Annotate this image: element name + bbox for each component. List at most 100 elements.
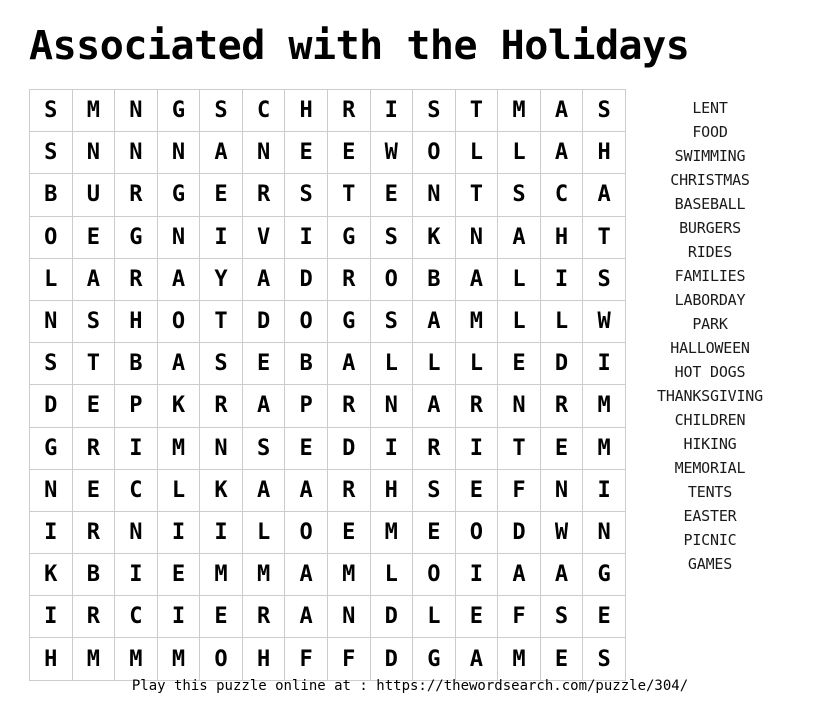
grid-cell[interactable]: S [29,88,73,133]
grid-cell[interactable]: A [539,131,584,175]
grid-cell[interactable]: L [29,257,73,301]
grid-cell[interactable]: A [454,637,499,681]
grid-cell[interactable]: S [369,299,414,344]
grid-cell[interactable]: O [454,510,499,555]
grid-cell[interactable]: F [326,637,371,681]
grid-cell[interactable]: V [241,215,286,259]
grid-cell[interactable]: O [156,299,201,344]
grid-cell[interactable]: D [284,257,328,301]
word-list-item[interactable]: PARK [610,312,810,336]
grid-cell[interactable]: B [71,553,116,597]
grid-cell[interactable]: R [71,595,116,639]
grid-cell[interactable]: I [454,553,499,597]
grid-cell[interactable]: L [454,342,499,386]
grid-cell[interactable]: S [412,88,456,133]
grid-cell[interactable]: A [241,384,286,428]
grid-cell[interactable]: B [412,257,456,301]
grid-cell[interactable]: F [497,595,541,639]
grid-cell[interactable]: N [29,299,73,344]
grid-cell[interactable]: A [284,595,328,639]
grid-cell[interactable]: S [369,215,414,259]
grid-cell[interactable]: E [326,510,371,555]
word-list-item[interactable]: BASEBALL [610,192,810,216]
grid-cell[interactable]: E [369,173,414,217]
grid-cell[interactable]: H [369,468,414,512]
word-list-item[interactable]: TENTS [610,480,810,504]
grid-cell[interactable]: A [284,553,328,597]
word-list-item[interactable]: HALLOWEEN [610,336,810,360]
grid-cell[interactable]: E [454,468,499,512]
grid-cell[interactable]: L [369,342,414,386]
grid-cell[interactable]: L [497,257,541,301]
grid-cell[interactable]: R [326,88,371,133]
grid-cell[interactable]: E [326,131,371,175]
grid-cell[interactable]: A [539,553,584,597]
grid-cell[interactable]: E [71,215,116,259]
grid-cell[interactable]: R [326,468,371,512]
grid-cell[interactable]: E [71,468,116,512]
grid-cell[interactable]: G [412,637,456,681]
grid-cell[interactable]: A [284,468,328,512]
word-list-item[interactable]: CHRISTMAS [610,168,810,192]
grid-cell[interactable]: C [114,595,158,639]
grid-cell[interactable]: D [369,595,414,639]
grid-cell[interactable]: A [326,342,371,386]
grid-cell[interactable]: N [497,384,541,428]
grid-cell[interactable]: B [114,342,158,386]
grid-cell[interactable]: D [539,342,584,386]
grid-cell[interactable]: P [284,384,328,428]
grid-cell[interactable]: R [454,384,499,428]
grid-cell[interactable]: N [71,131,116,175]
grid-cell[interactable]: S [199,342,243,386]
grid-cell[interactable]: E [539,637,584,681]
word-list-item[interactable]: EASTER [610,504,810,528]
grid-cell[interactable]: A [412,384,456,428]
grid-cell[interactable]: R [326,384,371,428]
grid-cell[interactable]: R [114,173,158,217]
grid-cell[interactable]: T [199,299,243,344]
word-list-item[interactable]: BURGERS [610,216,810,240]
grid-cell[interactable]: R [241,595,286,639]
grid-cell[interactable]: M [199,553,243,597]
word-list-item[interactable]: MEMORIAL [610,456,810,480]
grid-cell[interactable]: K [199,468,243,512]
grid-cell[interactable]: H [114,299,158,344]
grid-cell[interactable]: E [241,342,286,386]
grid-cell[interactable]: E [454,595,499,639]
grid-cell[interactable]: R [199,384,243,428]
grid-cell[interactable]: F [284,637,328,681]
grid-cell[interactable]: I [29,595,73,639]
grid-cell[interactable]: H [539,215,584,259]
grid-cell[interactable]: E [71,384,116,428]
grid-cell[interactable]: N [199,426,243,470]
grid-cell[interactable]: N [241,131,286,175]
grid-cell[interactable]: S [284,173,328,217]
grid-cell[interactable]: S [412,468,456,512]
word-list-item[interactable]: LENT [610,96,810,120]
grid-cell[interactable]: M [326,553,371,597]
grid-cell[interactable]: N [29,468,73,512]
grid-cell[interactable]: A [241,257,286,301]
grid-cell[interactable]: R [412,426,456,470]
grid-cell[interactable]: M [114,637,158,681]
grid-cell[interactable]: N [539,468,584,512]
grid-cell[interactable]: O [412,131,456,175]
grid-cell[interactable]: L [497,131,541,175]
grid-cell[interactable]: I [199,215,243,259]
grid-cell[interactable]: A [156,342,201,386]
grid-cell[interactable]: G [326,215,371,259]
grid-cell[interactable]: K [156,384,201,428]
grid-cell[interactable]: E [497,342,541,386]
grid-cell[interactable]: N [114,510,158,555]
grid-cell[interactable]: A [497,215,541,259]
grid-cell[interactable]: S [29,342,73,386]
grid-cell[interactable]: G [326,299,371,344]
grid-cell[interactable]: N [412,173,456,217]
grid-cell[interactable]: K [412,215,456,259]
grid-cell[interactable]: A [497,553,541,597]
grid-cell[interactable]: A [454,257,499,301]
grid-cell[interactable]: L [539,299,584,344]
grid-cell[interactable]: D [241,299,286,344]
grid-cell[interactable]: H [241,637,286,681]
grid-cell[interactable]: L [497,299,541,344]
